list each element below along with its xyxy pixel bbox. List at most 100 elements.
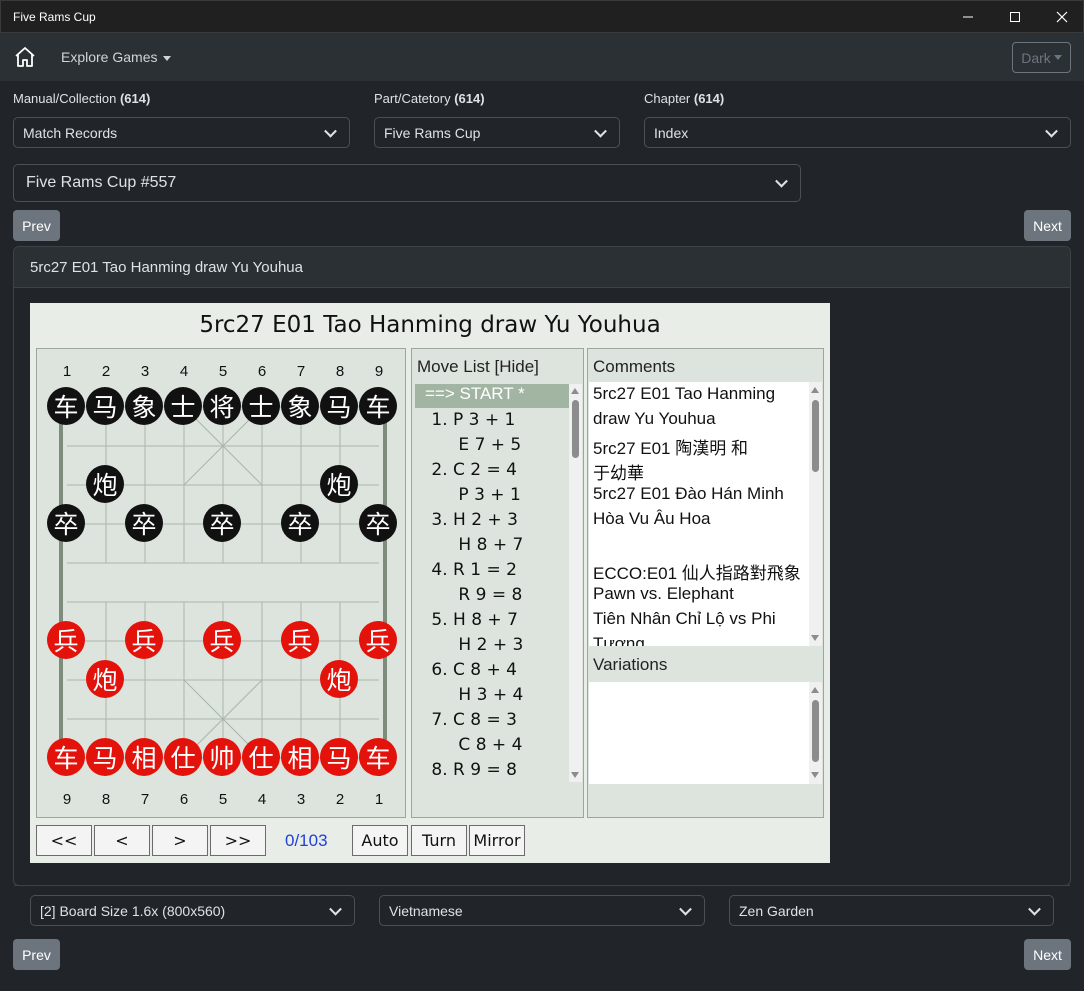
black-piece[interactable]: 马 xyxy=(86,387,124,425)
scroll-up-icon[interactable] xyxy=(811,687,819,693)
manual-collection-select[interactable]: Match Records xyxy=(13,117,350,148)
last-move-button[interactable]: >> xyxy=(210,825,266,856)
black-piece[interactable]: 卒 xyxy=(47,504,85,542)
theme-value: Zen Garden xyxy=(739,902,814,919)
black-piece[interactable]: 卒 xyxy=(281,504,319,542)
black-piece[interactable]: 车 xyxy=(47,387,85,425)
black-piece[interactable]: 卒 xyxy=(125,504,163,542)
first-move-button[interactable]: << xyxy=(36,825,92,856)
move-item[interactable]: 1. P 3 + 1 xyxy=(426,410,515,430)
comments-scrollbar[interactable] xyxy=(809,382,822,646)
red-piece[interactable]: 相 xyxy=(281,738,319,776)
move-item[interactable]: H 8 + 7 xyxy=(426,535,523,555)
close-icon[interactable] xyxy=(1039,1,1084,33)
red-piece[interactable]: 仕 xyxy=(164,738,202,776)
red-piece[interactable]: 炮 xyxy=(86,660,124,698)
column-number: 2 xyxy=(101,363,111,380)
move-item[interactable]: P 3 + 1 xyxy=(426,485,520,505)
scroll-down-icon[interactable] xyxy=(811,772,819,778)
black-piece[interactable]: 象 xyxy=(125,387,163,425)
variations-scrollbar[interactable] xyxy=(809,682,822,784)
red-piece[interactable]: 兵 xyxy=(359,621,397,659)
black-piece[interactable]: 卒 xyxy=(203,504,241,542)
red-piece[interactable]: 马 xyxy=(320,738,358,776)
scroll-up-icon[interactable] xyxy=(571,388,579,394)
prev-button-bottom[interactable]: Prev xyxy=(13,939,60,970)
red-piece[interactable]: 兵 xyxy=(125,621,163,659)
chevron-down-icon xyxy=(324,124,337,138)
scroll-down-icon[interactable] xyxy=(811,635,819,641)
move-list-title[interactable]: Move List [Hide] xyxy=(417,357,539,377)
next-button-top[interactable]: Next xyxy=(1024,210,1071,241)
comments-text-area[interactable]: 5rc27 E01 Tao Hanming draw Yu Youhua 5rc… xyxy=(589,382,809,646)
move-item[interactable]: 2. C 2 = 4 xyxy=(426,460,517,480)
scroll-down-icon[interactable] xyxy=(571,772,579,778)
scroll-up-icon[interactable] xyxy=(811,387,819,393)
auto-button[interactable]: Auto xyxy=(352,825,408,856)
red-piece[interactable]: 兵 xyxy=(203,621,241,659)
red-piece[interactable]: 车 xyxy=(47,738,85,776)
explore-games-label: Explore Games xyxy=(61,49,158,65)
footer-divider xyxy=(14,885,1070,886)
scroll-thumb[interactable] xyxy=(812,400,819,472)
theme-toggle-button[interactable]: Dark xyxy=(1012,42,1071,73)
black-piece[interactable]: 将 xyxy=(203,387,241,425)
red-piece[interactable]: 仕 xyxy=(242,738,280,776)
red-piece[interactable]: 炮 xyxy=(320,660,358,698)
window-titlebar: Five Rams Cup xyxy=(0,0,1084,33)
red-piece[interactable]: 相 xyxy=(125,738,163,776)
turn-button[interactable]: Turn xyxy=(411,825,467,856)
minimize-icon[interactable] xyxy=(945,1,991,33)
part-category-select[interactable]: Five Rams Cup xyxy=(374,117,620,148)
comments-panel: Comments 5rc27 E01 Tao Hanming draw Yu Y… xyxy=(587,348,824,818)
variations-area[interactable] xyxy=(589,682,809,784)
red-piece[interactable]: 兵 xyxy=(281,621,319,659)
next-button-bottom[interactable]: Next xyxy=(1024,939,1071,970)
red-piece[interactable]: 帅 xyxy=(203,738,241,776)
chevron-down-icon xyxy=(679,902,692,916)
black-piece[interactable]: 炮 xyxy=(320,465,358,503)
home-icon[interactable] xyxy=(13,45,37,69)
move-item[interactable]: C 8 + 4 xyxy=(426,735,522,755)
move-item[interactable]: H 2 + 3 xyxy=(426,635,523,655)
move-item[interactable]: 7. C 8 = 3 xyxy=(426,710,517,730)
move-item[interactable]: H 3 + 4 xyxy=(426,685,523,705)
chapter-select[interactable]: Index xyxy=(644,117,1071,148)
scroll-thumb[interactable] xyxy=(572,400,579,458)
explore-games-dropdown[interactable]: Explore Games xyxy=(61,49,172,65)
board-size-select[interactable]: [2] Board Size 1.6x (800x560) xyxy=(30,895,355,926)
black-piece[interactable]: 炮 xyxy=(86,465,124,503)
move-list-scrollbar[interactable] xyxy=(569,384,582,782)
move-item[interactable]: R 9 = 8 xyxy=(426,585,522,605)
next-move-button[interactable]: > xyxy=(152,825,208,856)
move-counter: 0/103 xyxy=(285,831,328,850)
language-select[interactable]: Vietnamese xyxy=(379,895,705,926)
game-select[interactable]: Five Rams Cup #557 xyxy=(13,164,801,202)
black-piece[interactable]: 士 xyxy=(242,387,280,425)
black-piece[interactable]: 卒 xyxy=(359,504,397,542)
scroll-thumb[interactable] xyxy=(812,700,819,762)
move-start-item[interactable]: ==> START * xyxy=(415,384,569,408)
black-piece[interactable]: 象 xyxy=(281,387,319,425)
black-piece[interactable]: 马 xyxy=(320,387,358,425)
move-item[interactable]: 3. H 2 + 3 xyxy=(426,510,518,530)
theme-select[interactable]: Zen Garden xyxy=(729,895,1054,926)
black-piece[interactable]: 士 xyxy=(164,387,202,425)
comment-line: Hòa Vu Âu Hoa xyxy=(593,509,711,528)
move-item[interactable]: 5. H 8 + 7 xyxy=(426,610,518,630)
mirror-button[interactable]: Mirror xyxy=(469,825,525,856)
red-piece[interactable]: 马 xyxy=(86,738,124,776)
prev-button-top[interactable]: Prev xyxy=(13,210,60,241)
black-piece[interactable]: 车 xyxy=(359,387,397,425)
move-item[interactable]: E 7 + 5 xyxy=(426,435,521,455)
column-number: 9 xyxy=(374,363,384,380)
red-piece[interactable]: 车 xyxy=(359,738,397,776)
move-item[interactable]: 6. C 8 + 4 xyxy=(426,660,517,680)
column-number: 3 xyxy=(140,363,150,380)
prev-move-button[interactable]: < xyxy=(94,825,150,856)
maximize-icon[interactable] xyxy=(992,1,1038,33)
red-piece[interactable]: 兵 xyxy=(47,621,85,659)
move-item[interactable]: 4. R 1 = 2 xyxy=(426,560,517,580)
card-header: 5rc27 E01 Tao Hanming draw Yu Youhua xyxy=(14,247,1070,288)
move-item[interactable]: 8. R 9 = 8 xyxy=(426,760,517,780)
